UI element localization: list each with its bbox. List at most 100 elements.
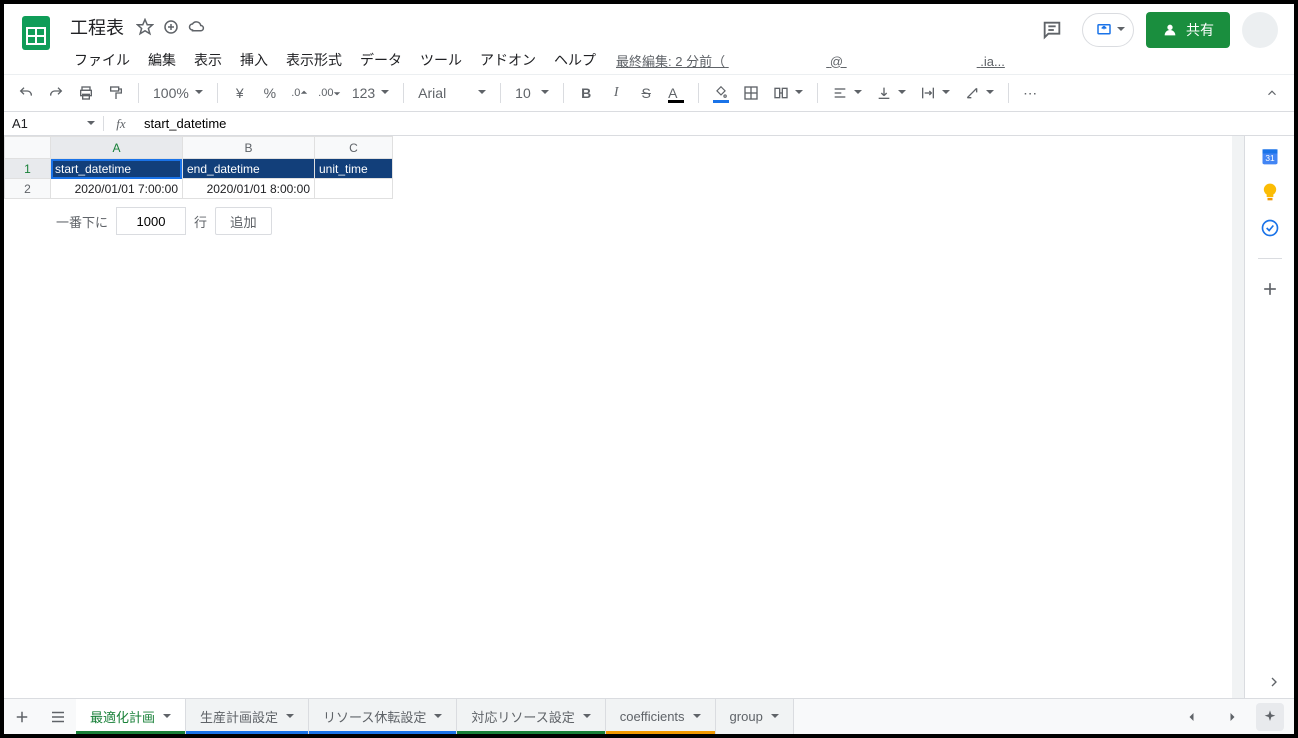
borders-button[interactable] — [737, 79, 765, 107]
star-icon[interactable] — [136, 18, 154, 36]
cell-a1[interactable]: start_datetime — [51, 159, 183, 179]
scroll-tabs-left[interactable] — [1174, 711, 1210, 723]
doc-title[interactable]: 工程表 — [66, 12, 128, 42]
add-addon-icon[interactable] — [1260, 279, 1280, 299]
separator — [817, 83, 818, 103]
fill-color-button[interactable] — [707, 79, 735, 107]
wrap-button[interactable] — [914, 80, 956, 106]
sheet-tab-label: 対応リソース設定 — [471, 707, 574, 726]
row-header-2[interactable]: 2 — [5, 179, 51, 199]
cell-a2[interactable]: 2020/01/01 7:00:00 — [51, 179, 183, 199]
menu-file[interactable]: ファイル — [66, 46, 138, 74]
scroll-tabs-right[interactable] — [1214, 711, 1250, 723]
menu-insert[interactable]: 挿入 — [232, 46, 276, 74]
font-combo[interactable]: Arial — [412, 80, 492, 106]
separator — [698, 83, 699, 103]
merge-button[interactable] — [767, 80, 809, 106]
comments-icon[interactable] — [1034, 12, 1070, 48]
chevron-down-icon — [693, 714, 701, 720]
side-panel-collapse-icon[interactable] — [1266, 674, 1282, 690]
cell-b2[interactable]: 2020/01/01 8:00:00 — [183, 179, 315, 199]
share-button[interactable]: 共有 — [1146, 12, 1230, 48]
present-button[interactable] — [1082, 13, 1134, 47]
all-sheets-button[interactable] — [40, 699, 76, 734]
separator — [1008, 83, 1009, 103]
row-header-1[interactable]: 1 — [5, 159, 51, 179]
cloud-saved-icon[interactable] — [188, 18, 206, 36]
separator — [500, 83, 501, 103]
number-format-combo[interactable]: 123 — [346, 80, 395, 106]
bold-button[interactable]: B — [572, 79, 600, 107]
grid[interactable]: A B C 1 start_datetime end_datetime unit… — [4, 136, 1244, 698]
more-tools-button[interactable]: ⋯ — [1017, 79, 1045, 107]
vertical-scrollbar[interactable] — [1232, 136, 1244, 698]
col-header-b[interactable]: B — [183, 137, 315, 159]
account-avatar[interactable] — [1242, 12, 1278, 48]
sheet-tab-label: group — [730, 709, 763, 724]
undo-button[interactable] — [12, 79, 40, 107]
italic-button[interactable]: I — [602, 79, 630, 107]
sheet-tab-5[interactable]: group — [716, 699, 794, 734]
zoom-combo[interactable]: 100% — [147, 80, 209, 106]
separator — [138, 83, 139, 103]
menu-view[interactable]: 表示 — [186, 46, 230, 74]
sheet-tabs-bar: 最適化計画生産計画設定リソース休転設定 対応リソース設定 coefficients g… — [4, 698, 1294, 734]
rotate-button[interactable] — [958, 80, 1000, 106]
explore-button[interactable] — [1256, 703, 1284, 731]
currency-button[interactable]: ¥ — [226, 79, 254, 107]
sheet-tab-2[interactable]: リソース休転設定 — [309, 699, 457, 734]
last-edit-suffix: .ia... — [980, 54, 1005, 69]
share-label: 共有 — [1186, 20, 1214, 40]
last-edit-prefix: 最終編集: 2 分前（ — [616, 54, 725, 69]
col-header-c[interactable]: C — [315, 137, 393, 159]
tab-color-bar — [76, 731, 185, 734]
cell-c1[interactable]: unit_time — [315, 159, 393, 179]
formula-bar: A1 fx — [4, 112, 1294, 136]
cell-b1[interactable]: end_datetime — [183, 159, 315, 179]
formula-input[interactable] — [138, 114, 1294, 133]
font-size-combo[interactable]: 10 — [509, 80, 555, 106]
menu-format[interactable]: 表示形式 — [278, 46, 350, 74]
v-align-button[interactable] — [870, 80, 912, 106]
add-sheet-button[interactable] — [4, 699, 40, 734]
sheet-tab-4[interactable]: coefficients — [606, 699, 716, 734]
sheet-tab-0[interactable]: 最適化計画 — [76, 699, 186, 734]
sheet-tab-3[interactable]: 対応リソース設定 — [457, 699, 605, 734]
paint-format-button[interactable] — [102, 79, 130, 107]
keep-icon[interactable] — [1260, 182, 1280, 202]
tab-color-bar — [186, 731, 308, 734]
menu-data[interactable]: データ — [352, 46, 410, 74]
chevron-down-icon — [1117, 27, 1125, 33]
menu-tools[interactable]: ツール — [412, 46, 470, 74]
tasks-icon[interactable] — [1260, 218, 1280, 238]
menu-addons[interactable]: アドオン — [472, 46, 544, 74]
menu-help[interactable]: ヘルプ — [546, 46, 604, 74]
text-color-button[interactable]: A — [662, 79, 690, 107]
sheet-tab-label: リソース休転設定 — [323, 707, 426, 726]
tab-color-bar — [309, 731, 456, 734]
add-rows-input[interactable] — [116, 207, 186, 235]
move-icon[interactable] — [162, 18, 180, 36]
menu-bar: ファイル 編集 表示 挿入 表示形式 データ ツール アドオン ヘルプ 最終編集… — [66, 42, 1024, 74]
menu-edit[interactable]: 編集 — [140, 46, 184, 74]
redo-button[interactable] — [42, 79, 70, 107]
chevron-down-icon — [771, 714, 779, 720]
last-edit-link[interactable]: 最終編集: 2 分前（ xxxxxxxxxxxxxxx @ xxxxxxxxxx… — [616, 51, 1005, 70]
h-align-button[interactable] — [826, 80, 868, 106]
cell-c2[interactable] — [315, 179, 393, 199]
calendar-icon[interactable]: 31 — [1260, 146, 1280, 166]
add-rows-button[interactable]: 追加 — [215, 207, 272, 235]
sheet-tab-label: coefficients — [620, 709, 685, 724]
col-header-a[interactable]: A — [51, 137, 183, 159]
decrease-decimal-button[interactable]: .0 — [286, 79, 314, 107]
print-button[interactable] — [72, 79, 100, 107]
collapse-toolbar-button[interactable] — [1258, 79, 1286, 107]
separator — [403, 83, 404, 103]
sheet-tab-1[interactable]: 生産計画設定 — [186, 699, 309, 734]
percent-button[interactable]: % — [256, 79, 284, 107]
sheets-logo-icon[interactable] — [16, 12, 56, 52]
increase-decimal-button[interactable]: .00 — [316, 79, 344, 107]
strike-button[interactable]: S — [632, 79, 660, 107]
select-all-corner[interactable] — [5, 137, 51, 159]
name-box[interactable]: A1 — [4, 116, 104, 131]
